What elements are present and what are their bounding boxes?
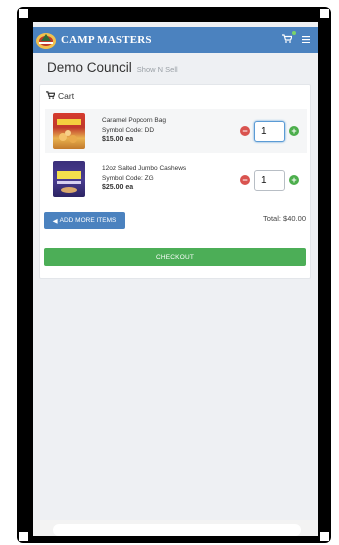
product-symbol: Symbol Code: DD [102, 126, 155, 134]
quantity-input[interactable]: 1 [254, 170, 285, 191]
cart-badge-dot [292, 31, 296, 35]
minus-icon[interactable]: − [240, 126, 250, 136]
product-info: Caramel Popcorn Bag Symbol Code: DD $15.… [102, 116, 166, 145]
cart-title-label: Cart [58, 91, 75, 101]
frame-corner [320, 532, 329, 541]
product-image[interactable] [53, 161, 85, 197]
product-info: 12oz Salted Jumbo Cashews Symbol Code: Z… [102, 164, 186, 193]
product-price: $15.00 ea [102, 136, 134, 143]
cart-title: Cart [46, 91, 74, 101]
frame-corner [320, 9, 329, 18]
product-name: 12oz Salted Jumbo Cashews [102, 165, 187, 172]
logo-icon[interactable] [35, 30, 57, 50]
cart-icon [46, 91, 56, 101]
arrow-left-icon: ◀ [52, 217, 58, 225]
top-navbar: CAMP MASTERS [33, 27, 318, 53]
frame-corner [19, 532, 28, 541]
brand-name[interactable]: CAMP MASTERS [61, 34, 152, 46]
browser-bottom-bar [33, 520, 318, 536]
app-screen: CAMP MASTERS Demo Council Show N Sell Ca… [33, 22, 318, 536]
product-image[interactable] [53, 113, 85, 149]
page-header: Demo Council Show N Sell [47, 60, 178, 75]
plus-icon[interactable]: + [289, 126, 299, 136]
add-more-items-button[interactable]: ◀ ADD MORE ITEMS [44, 212, 125, 229]
menu-icon[interactable] [302, 34, 310, 46]
add-more-items-label: ADD MORE ITEMS [59, 217, 117, 224]
product-symbol: Symbol Code: ZG [102, 174, 154, 182]
address-bar[interactable] [53, 524, 301, 536]
plus-icon[interactable]: + [289, 175, 299, 185]
product-name: Caramel Popcorn Bag [102, 117, 166, 124]
quantity-input[interactable]: 1 [254, 121, 285, 142]
cart-icon[interactable] [282, 31, 296, 46]
frame-corner [19, 9, 28, 18]
sale-type: Show N Sell [136, 65, 178, 74]
list-item: Caramel Popcorn Bag Symbol Code: DD $15.… [45, 109, 307, 153]
cart-total: Total: $40.00 [263, 214, 306, 223]
list-item: 12oz Salted Jumbo Cashews Symbol Code: Z… [45, 157, 307, 201]
minus-icon[interactable]: − [240, 175, 250, 185]
checkout-button[interactable]: CHECKOUT [44, 248, 306, 266]
product-price: $25.00 ea [102, 184, 134, 191]
council-name: Demo Council [47, 60, 132, 75]
